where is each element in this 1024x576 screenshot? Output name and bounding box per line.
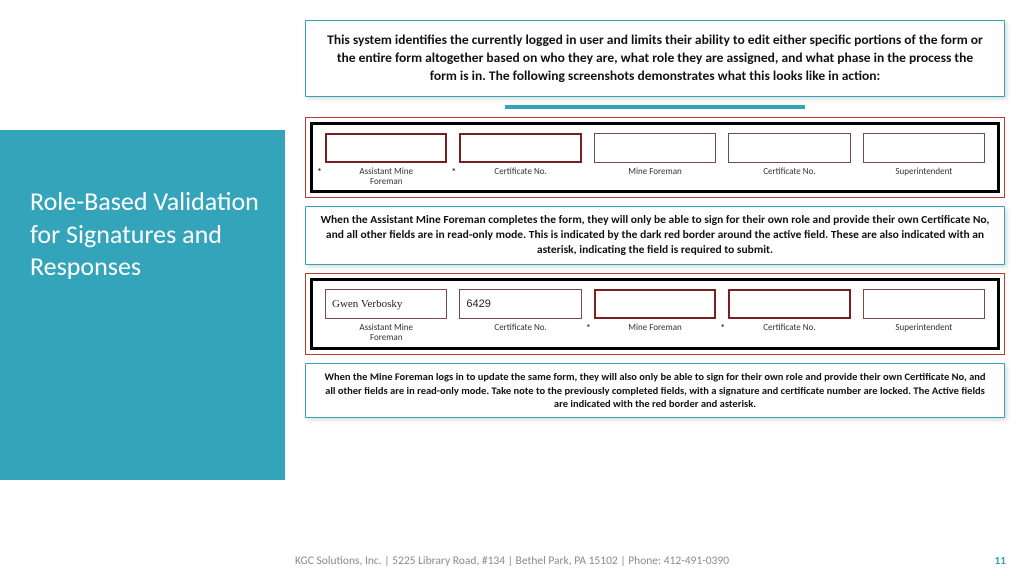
field-label: Assistant Mine Foreman xyxy=(325,167,447,187)
field-label: Certificate No. xyxy=(459,323,581,333)
required-asterisk: * xyxy=(451,165,456,178)
screenshot-2: Gwen Verbosky Assistant Mine Foreman 6429 C… xyxy=(305,273,1005,355)
shot2-input-3[interactable] xyxy=(728,289,850,319)
end-box: When the Mine Foreman logs in to update … xyxy=(305,363,1005,418)
content-column: This system identifies the currently log… xyxy=(305,20,1005,426)
separator-bar xyxy=(505,105,805,109)
shot2-input-0: Gwen Verbosky xyxy=(325,289,447,319)
required-asterisk: * xyxy=(720,321,725,334)
screenshot-2-row: Gwen Verbosky Assistant Mine Foreman 6429 C… xyxy=(319,289,991,343)
shot1-input-4 xyxy=(863,133,985,163)
shot2-field-0: Gwen Verbosky Assistant Mine Foreman xyxy=(319,289,453,343)
screenshot-2-inner: Gwen Verbosky Assistant Mine Foreman 6429 C… xyxy=(310,278,1000,350)
end-text: When the Mine Foreman logs in to update … xyxy=(320,370,990,411)
shot1-input-2 xyxy=(594,133,716,163)
required-asterisk: * xyxy=(317,165,322,178)
field-value: 6429 xyxy=(466,298,490,310)
footer-text: KGC Solutions, Inc. | 5225 Library Road,… xyxy=(0,554,1024,568)
mid-text: When the Assistant Mine Foreman complete… xyxy=(320,213,990,258)
intro-box: This system identifies the currently log… xyxy=(305,20,1005,97)
shot2-field-2: *Mine Foreman xyxy=(588,289,722,343)
shot1-field-1: *Certificate No. xyxy=(453,133,587,187)
shot2-input-4 xyxy=(863,289,985,319)
field-label: Assistant Mine Foreman xyxy=(325,323,447,343)
screenshot-1-row: *Assistant Mine Foreman*Certificate No.M… xyxy=(319,133,991,187)
shot1-field-0: *Assistant Mine Foreman xyxy=(319,133,453,187)
field-label: Mine Foreman xyxy=(594,167,716,177)
field-label: Superintendent xyxy=(863,323,985,333)
field-label: Certificate No. xyxy=(728,323,850,333)
shot1-field-4: Superintendent xyxy=(857,133,991,187)
shot1-field-2: Mine Foreman xyxy=(588,133,722,187)
field-label: Superintendent xyxy=(863,167,985,177)
mid-box: When the Assistant Mine Foreman complete… xyxy=(305,206,1005,265)
page-number: 11 xyxy=(994,554,1006,568)
shot2-field-4: Superintendent xyxy=(857,289,991,343)
field-label: Certificate No. xyxy=(459,167,581,177)
required-asterisk: * xyxy=(586,321,591,334)
shot2-field-3: *Certificate No. xyxy=(722,289,856,343)
side-title: Role-Based Validation for Signatures and… xyxy=(30,185,265,283)
field-label: Certificate No. xyxy=(728,167,850,177)
shot2-input-2[interactable] xyxy=(594,289,716,319)
shot2-field-1: 6429 Certificate No. xyxy=(453,289,587,343)
shot1-input-0[interactable] xyxy=(325,133,447,163)
screenshot-1-inner: *Assistant Mine Foreman*Certificate No.M… xyxy=(310,122,1000,194)
side-panel: Role-Based Validation for Signatures and… xyxy=(0,130,285,480)
screenshot-1: *Assistant Mine Foreman*Certificate No.M… xyxy=(305,117,1005,199)
shot1-input-1[interactable] xyxy=(459,133,581,163)
intro-text: This system identifies the currently log… xyxy=(324,31,986,86)
shot1-field-3: Certificate No. xyxy=(722,133,856,187)
shot1-input-3 xyxy=(728,133,850,163)
shot2-input-1: 6429 xyxy=(459,289,581,319)
signature-value: Gwen Verbosky xyxy=(332,298,402,310)
slide: Role-Based Validation for Signatures and… xyxy=(0,0,1024,576)
field-label: Mine Foreman xyxy=(594,323,716,333)
